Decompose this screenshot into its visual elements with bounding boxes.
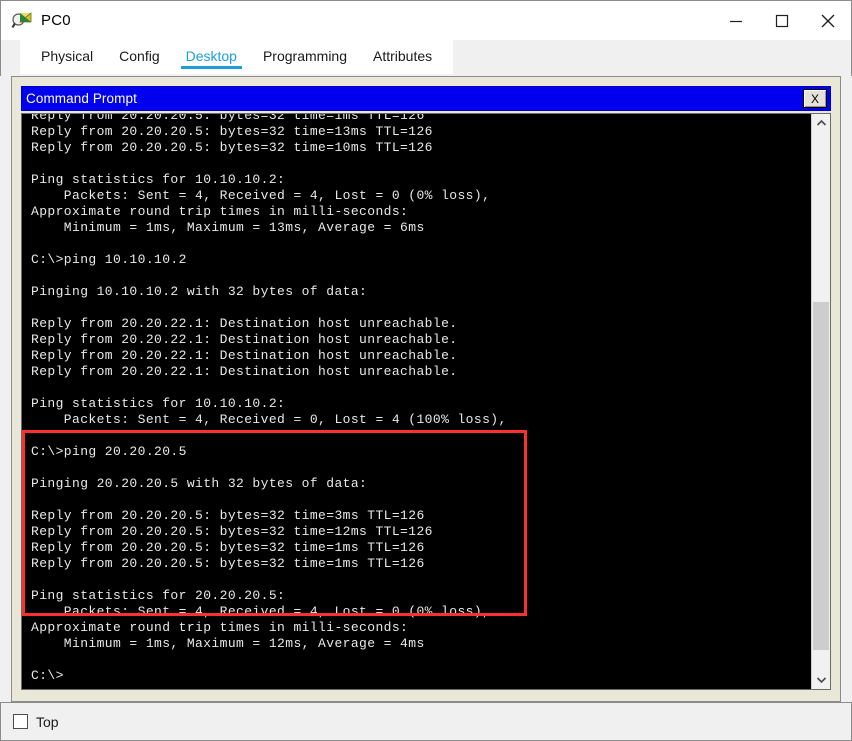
terminal-container: Reply from 20.20.20.5: bytes=32 time=1ms… <box>21 113 831 690</box>
window-title: PC0 <box>41 12 71 29</box>
tab-physical[interactable]: Physical <box>28 40 106 74</box>
scroll-down-button[interactable] <box>812 671 830 689</box>
terminal-line: Reply from 20.20.20.5: bytes=32 time=1ms… <box>31 540 425 555</box>
terminal-line: Reply from 20.20.20.5: bytes=32 time=12m… <box>31 524 433 539</box>
terminal-line: Packets: Sent = 4, Received = 0, Lost = … <box>31 412 507 427</box>
terminal-line: Reply from 20.20.20.5: bytes=32 time=10m… <box>31 140 433 155</box>
terminal-line: C:\> <box>31 668 64 683</box>
terminal-line: Approximate round trip times in milli-se… <box>31 204 409 219</box>
tab-attributes[interactable]: Attributes <box>360 40 445 74</box>
terminal-line: Reply from 20.20.20.5: bytes=32 time=13m… <box>31 124 433 139</box>
terminal-line: Pinging 10.10.10.2 with 32 bytes of data… <box>31 284 368 299</box>
terminal-line: Ping statistics for 10.10.10.2: <box>31 172 286 187</box>
terminal-scrollbar[interactable] <box>811 114 830 689</box>
terminal-line: Reply from 20.20.22.1: Destination host … <box>31 332 458 347</box>
terminal-line: Ping statistics for 20.20.20.5: <box>31 588 286 603</box>
terminal-line: Reply from 20.20.20.5: bytes=32 time=3ms… <box>31 508 425 523</box>
terminal-output: Reply from 20.20.20.5: bytes=32 time=1ms… <box>31 114 507 684</box>
terminal-line: Pinging 20.20.20.5 with 32 bytes of data… <box>31 476 368 491</box>
command-prompt-window: Command Prompt X Reply from 20.20.20.5: … <box>21 86 831 692</box>
command-prompt-close-button[interactable]: X <box>803 89 827 108</box>
desktop-panel: Command Prompt X Reply from 20.20.20.5: … <box>11 76 841 702</box>
terminal-line: Approximate round trip times in milli-se… <box>31 620 409 635</box>
close-button[interactable] <box>805 1 851 40</box>
pc0-window: PC0 Physical Config Desktop Programming … <box>0 0 852 741</box>
packet-tracer-pc-icon <box>11 10 33 32</box>
terminal-line: Packets: Sent = 4, Received = 4, Lost = … <box>31 604 491 619</box>
minimize-button[interactable] <box>713 1 759 40</box>
terminal-line: Reply from 20.20.20.5: bytes=32 time=1ms… <box>31 556 425 571</box>
terminal-screen[interactable]: Reply from 20.20.20.5: bytes=32 time=1ms… <box>22 114 811 689</box>
terminal-line: Minimum = 1ms, Maximum = 13ms, Average =… <box>31 220 425 235</box>
tabstrip: Physical Config Desktop Programming Attr… <box>20 40 454 74</box>
command-prompt-titlebar: Command Prompt X <box>21 86 831 111</box>
terminal-line: C:\>ping 10.10.10.2 <box>31 252 187 267</box>
terminal-line: Packets: Sent = 4, Received = 4, Lost = … <box>31 188 491 203</box>
terminal-line: Minimum = 1ms, Maximum = 12ms, Average =… <box>31 636 425 651</box>
top-checkbox-label: Top <box>36 713 59 730</box>
command-prompt-title: Command Prompt <box>26 91 137 106</box>
terminal-line: C:\>ping 20.20.20.5 <box>31 444 187 459</box>
tab-programming[interactable]: Programming <box>250 40 360 74</box>
tab-desktop[interactable]: Desktop <box>173 40 250 74</box>
terminal-line: Reply from 20.20.22.1: Destination host … <box>31 364 458 379</box>
terminal-line: Ping statistics for 10.10.10.2: <box>31 396 286 411</box>
terminal-line: Reply from 20.20.22.1: Destination host … <box>31 348 458 363</box>
tabstrip-container: Physical Config Desktop Programming Attr… <box>0 40 852 76</box>
window-controls <box>713 1 851 40</box>
scroll-up-button[interactable] <box>812 114 830 132</box>
footer-bar: Top <box>0 702 852 741</box>
top-checkbox[interactable] <box>13 714 28 729</box>
scrollbar-thumb[interactable] <box>813 302 829 650</box>
maximize-button[interactable] <box>759 1 805 40</box>
window-titlebar: PC0 <box>0 0 852 40</box>
tab-config[interactable]: Config <box>106 40 172 74</box>
terminal-line: Reply from 20.20.22.1: Destination host … <box>31 316 458 331</box>
terminal-line: Reply from 20.20.20.5: bytes=32 time=1ms… <box>31 114 425 123</box>
